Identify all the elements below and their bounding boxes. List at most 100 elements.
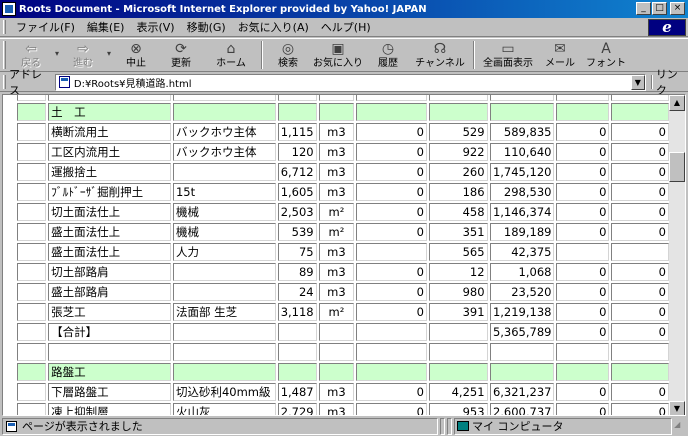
forward-button[interactable]: ⇨ 進む (62, 39, 104, 71)
table-row: 盛土面法仕上 人力 75 m3 565 42,375 (17, 243, 669, 261)
cell-quantity (277, 95, 317, 101)
cell-col1 (356, 323, 427, 341)
channels-button[interactable]: ☊ チャンネル (410, 39, 470, 71)
back-dropdown-icon[interactable]: ▾ (52, 49, 62, 58)
cell-unit-price (429, 323, 488, 341)
status-bar: ページが表示されました マイ コンピュータ ◢ (0, 416, 688, 436)
cell-unit-price: 980 (429, 283, 488, 301)
cell-amount: 110,640 (489, 143, 555, 161)
cell-quantity: 3,118 (277, 303, 317, 321)
ie-page-icon (2, 2, 16, 16)
home-button[interactable]: ⌂ ホーム (204, 39, 258, 71)
fonts-button[interactable]: A フォント (582, 39, 630, 71)
cell-col2 (556, 243, 610, 261)
stop-button[interactable]: ⊗ 中止 (114, 39, 158, 71)
favorites-button[interactable]: ▣ お気に入り (310, 39, 366, 71)
cell-quantity: 1,487 (277, 383, 317, 401)
cell-col2: 0 (556, 163, 610, 181)
cell-spec: バックホウ主体 (172, 143, 276, 161)
cell-amount: 1,146,374 (489, 203, 555, 221)
menu-file[interactable]: ファイル(F) (10, 19, 81, 35)
cell-quantity: 75 (277, 243, 317, 261)
resize-grip-icon[interactable]: ◢ (674, 420, 686, 432)
forward-dropdown-icon[interactable]: ▾ (104, 49, 114, 58)
cell-no (17, 103, 47, 121)
cell-spec: 機械 (172, 203, 276, 221)
cell-name: ﾌﾞﾙﾄﾞｰｻﾞ掘削押土 (48, 183, 171, 201)
cell-unit-price: 922 (429, 143, 488, 161)
cell-unit-price (429, 103, 488, 121)
cell-spec: バックホウ主体 (172, 123, 276, 141)
scroll-down-button[interactable]: ▼ (669, 401, 685, 415)
fonts-label: フォント (586, 58, 626, 69)
stop-label: 中止 (126, 58, 146, 69)
cell-col3 (611, 343, 669, 361)
addressbar-grip[interactable] (3, 75, 6, 89)
cell-spec: 切込砂利40mm級 (172, 383, 276, 401)
address-value[interactable]: D:¥Roots¥見積道路.html (74, 75, 192, 90)
cell-no (17, 383, 47, 401)
fullscreen-button[interactable]: ▭ 全画面表示 (478, 39, 538, 71)
address-input[interactable]: D:¥Roots¥見積道路.html ▼ (54, 73, 646, 91)
cell-quantity: 1,115 (277, 123, 317, 141)
refresh-button[interactable]: ⟳ 更新 (158, 39, 204, 71)
cell-col2: 0 (556, 283, 610, 301)
cell-col1: 0 (356, 383, 427, 401)
menu-help[interactable]: ヘルプ(H) (315, 19, 377, 35)
cell-name: 張芝工 (48, 303, 171, 321)
cell-spec: 人力 (172, 243, 276, 261)
mail-button[interactable]: ✉ メール (538, 39, 582, 71)
section-row: 土 工 (17, 103, 669, 121)
cell-col3: 0 (611, 163, 669, 181)
maximize-button[interactable]: □ (652, 2, 667, 15)
menu-favorites[interactable]: お気に入り(A) (232, 19, 315, 35)
cell-col3: 0 (611, 323, 669, 341)
cell-unit: m3 (318, 243, 355, 261)
cell-quantity: 24 (277, 283, 317, 301)
menu-view[interactable]: 表示(V) (130, 19, 180, 35)
cell-col1 (356, 343, 427, 361)
cell-quantity (277, 323, 317, 341)
table-row: 張芝工 法面部 生芝 3,118 m² 0 391 1,219,138 0 0 (17, 303, 669, 321)
table-row: 盛土面法仕上 機械 539 m² 0 351 189,189 0 0 (17, 223, 669, 241)
scroll-thumb[interactable] (669, 152, 685, 182)
status-panel-secure (447, 417, 453, 435)
scroll-up-button[interactable]: ▲ (669, 95, 685, 111)
channels-label: チャンネル (415, 58, 465, 69)
refresh-icon: ⟳ (175, 41, 187, 57)
favorites-label: お気に入り (313, 58, 363, 69)
cell-col2: 0 (556, 223, 610, 241)
cell-unit: m3 (318, 163, 355, 181)
vertical-scrollbar[interactable]: ▲ ▼ (669, 95, 685, 415)
cell-col2: 0 (556, 383, 610, 401)
cell-quantity (277, 343, 317, 361)
address-dropdown-icon[interactable]: ▼ (630, 74, 645, 90)
cell-no (17, 323, 47, 341)
cell-amount (489, 343, 555, 361)
cell-col3: 0 (611, 263, 669, 281)
cell-col2: 0 (556, 403, 610, 415)
cell-amount: 1,745,120 (489, 163, 555, 181)
cell-name: 工区内流用土 (48, 143, 171, 161)
section-row: 路盤工 (17, 363, 669, 381)
search-label: 検索 (278, 58, 298, 69)
menubar-grip[interactable] (3, 20, 6, 34)
menu-go[interactable]: 移動(G) (181, 19, 232, 35)
cell-amount: 23,520 (489, 283, 555, 301)
search-button[interactable]: ◎ 検索 (266, 39, 310, 71)
cell-col3: 0 (611, 383, 669, 401)
cell-quantity: 89 (277, 263, 317, 281)
cell-name: 運搬捨土 (48, 163, 171, 181)
table-row: 工区内流用土 バックホウ主体 120 m3 0 922 110,640 0 0 (17, 143, 669, 161)
cell-spec (172, 343, 276, 361)
menu-edit[interactable]: 編集(E) (81, 19, 131, 35)
cell-unit-price: 565 (429, 243, 488, 261)
cell-no (17, 163, 47, 181)
toolbar-grip[interactable] (3, 41, 6, 69)
title-bar[interactable]: Roots Document - Microsoft Internet Expl… (0, 0, 688, 18)
close-button[interactable]: × (670, 2, 685, 15)
cell-amount: 589,835 (489, 123, 555, 141)
cell-no (17, 123, 47, 141)
history-button[interactable]: ◷ 履歴 (366, 39, 410, 71)
minimize-button[interactable]: _ (636, 2, 651, 15)
